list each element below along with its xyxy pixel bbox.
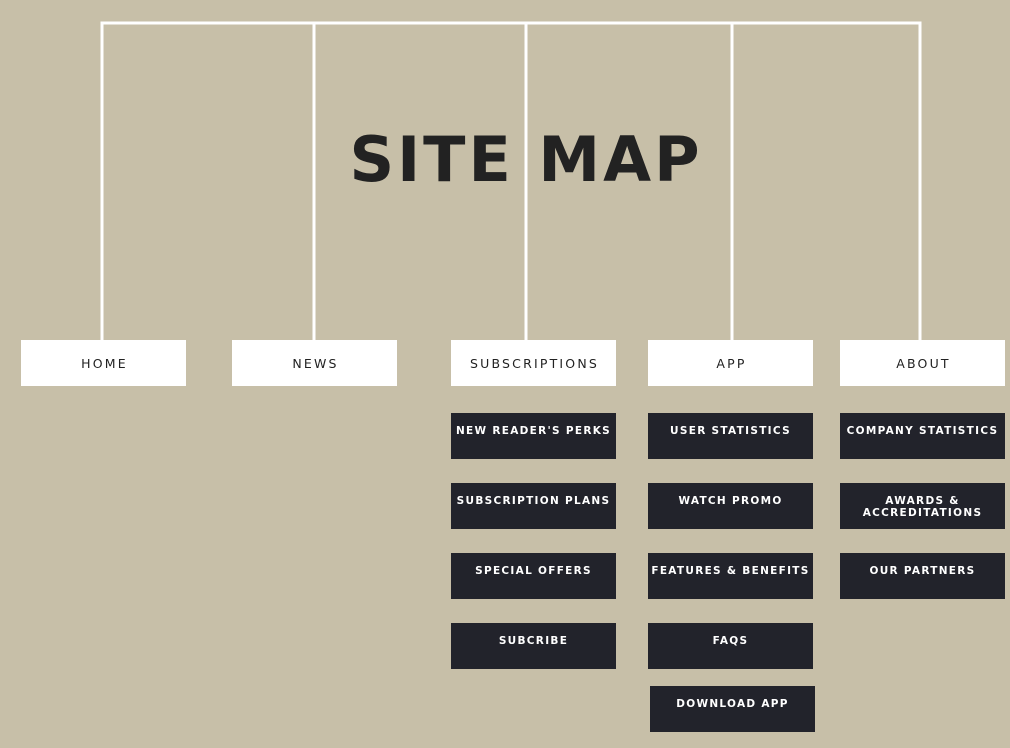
site-map-diagram: SITE MAP HOME NEWS SUBSCRIPTIONS NEW READER… <box>0 0 1010 748</box>
page-title: SITE MAP <box>349 123 703 196</box>
section-subscriptions[interactable]: SUBSCRIPTIONS <box>451 340 616 386</box>
subpage-new-reader-s-perks[interactable]: NEW READER'S PERKS <box>451 413 616 459</box>
subpage-our-partners[interactable]: OUR PARTNERS <box>840 553 1005 599</box>
section-news[interactable]: NEWS <box>232 340 397 386</box>
subpage-faqs[interactable]: FAQS <box>648 623 813 669</box>
subpage-features-benefits[interactable]: FEATURES & BENEFITS <box>648 553 813 599</box>
subpage-watch-promo[interactable]: WATCH PROMO <box>648 483 813 529</box>
subpage-download-app[interactable]: DOWNLOAD APP <box>650 686 815 732</box>
subpage-special-offers[interactable]: SPECIAL OFFERS <box>451 553 616 599</box>
section-home[interactable]: HOME <box>21 340 186 386</box>
section-about[interactable]: ABOUT <box>840 340 1005 386</box>
subpage-awards-accreditations[interactable]: AWARDS & ACCREDITATIONS <box>840 483 1005 529</box>
section-app[interactable]: APP <box>648 340 813 386</box>
subpage-subscription-plans[interactable]: SUBSCRIPTION PLANS <box>451 483 616 529</box>
subpage-user-statistics[interactable]: USER STATISTICS <box>648 413 813 459</box>
subpage-company-statistics[interactable]: COMPANY STATISTICS <box>840 413 1005 459</box>
subpage-subcribe[interactable]: SUBCRIBE <box>451 623 616 669</box>
